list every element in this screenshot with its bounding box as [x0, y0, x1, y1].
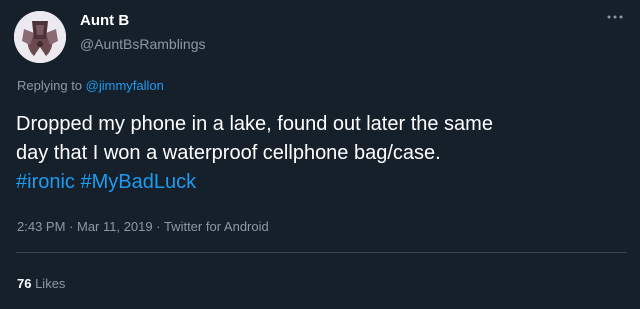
replying-to: Replying to @jimmyfallon [17, 78, 164, 93]
tweet-card: Aunt B @AuntBsRamblings Replying to @jim… [0, 0, 640, 309]
tweet-meta: 2:43 PM · Mar 11, 2019 · Twitter for And… [17, 219, 269, 234]
author-name[interactable]: Aunt B [80, 12, 129, 29]
author-handle[interactable]: @AuntBsRamblings [80, 36, 206, 52]
tweet-text-line: day that I won a waterproof cellphone ba… [16, 142, 441, 164]
tweet-hashtags: #ironic #MyBadLuck [16, 168, 626, 197]
more-horizontal-icon[interactable] [604, 10, 626, 24]
likes-label: Likes [31, 276, 66, 291]
meta-separator: · [152, 219, 164, 234]
tweet-text-line: Dropped my phone in a lake, found out la… [16, 113, 493, 135]
reply-mention-link[interactable]: @jimmyfallon [86, 78, 164, 93]
tweet-source[interactable]: Twitter for Android [164, 219, 269, 234]
hashtag-link[interactable]: #MyBadLuck [80, 171, 196, 193]
tweet-date[interactable]: Mar 11, 2019 [77, 219, 153, 234]
likes-count: 76 [17, 276, 32, 291]
avatar[interactable] [14, 11, 66, 63]
likes-link[interactable]: 76 Likes [17, 276, 65, 291]
hashtag-link[interactable]: #ironic [16, 171, 75, 193]
meta-separator: · [65, 219, 77, 234]
tweet-text: Dropped my phone in a lake, found out la… [16, 110, 626, 197]
divider [16, 252, 626, 253]
replying-prefix: Replying to [17, 78, 86, 93]
tweet-time[interactable]: 2:43 PM [17, 219, 65, 234]
avatar-image [14, 11, 66, 63]
